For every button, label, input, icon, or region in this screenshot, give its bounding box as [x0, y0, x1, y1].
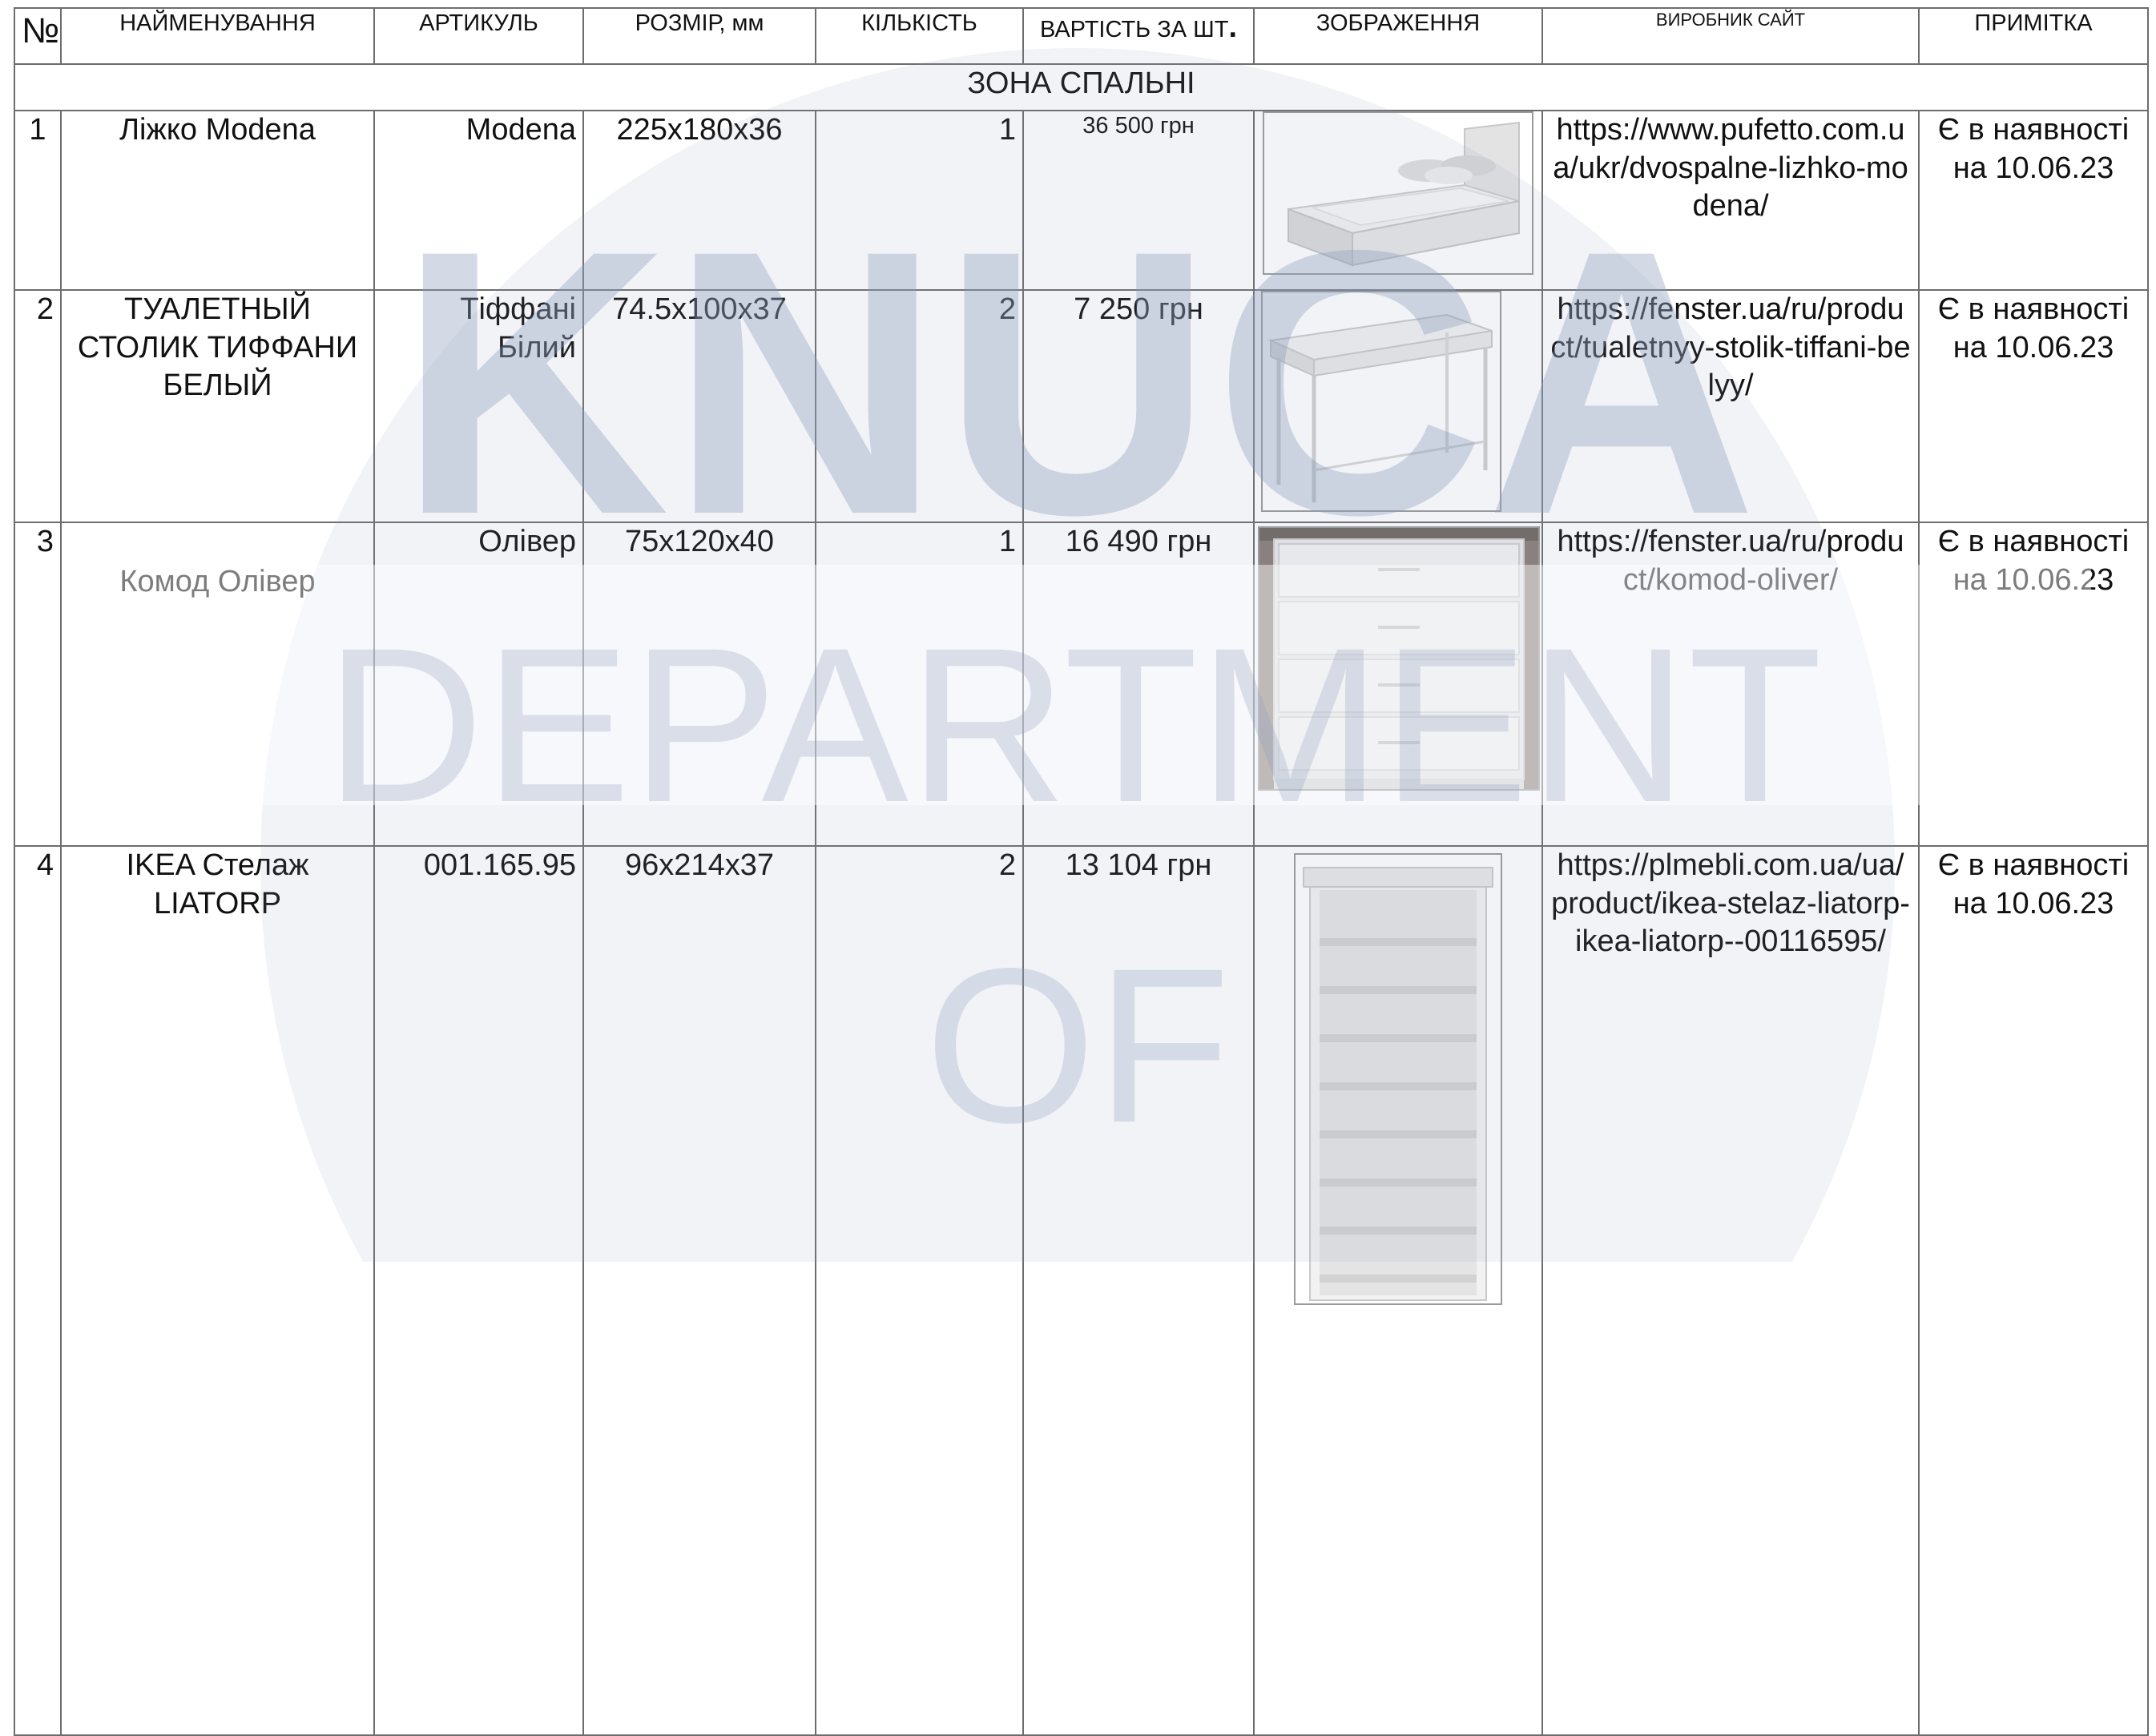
item-name: IKEA Стелаж LIATORP [60, 845, 375, 1736]
item-price: 13 104 грн [1022, 845, 1255, 1736]
header-site: ВИРОБНИК САЙТ [1541, 7, 1920, 65]
item-name: Ліжко Modena [60, 110, 375, 291]
item-note: Є в наявності на 10.06.23 [1918, 845, 2149, 1736]
row-number: 2 [14, 289, 62, 523]
item-quantity: 2 [815, 289, 1024, 523]
furniture-spec-table: № НАЙМЕНУВАННЯ АРТИКУЛЬ РОЗМІР, мм КІЛЬК… [14, 7, 2149, 1736]
item-size: 74.5x100x37 [582, 289, 816, 523]
table-row: 4 IKEA Стелаж LIATORP 001.165.95 96x214x… [14, 845, 2149, 1736]
item-quantity: 1 [815, 110, 1024, 291]
item-note: Є в наявності на 10.06.23 [1918, 289, 2149, 523]
item-quantity: 2 [815, 845, 1024, 1736]
dressing-table-image [1261, 291, 1501, 512]
item-article: Тіффані Білий [373, 289, 584, 523]
item-article: Modena [373, 110, 584, 291]
header-row: № НАЙМЕНУВАННЯ АРТИКУЛЬ РОЗМІР, мм КІЛЬК… [14, 7, 2149, 65]
table-row: 3 Комод Олівер Олівер 75x120x40 1 16 490… [14, 522, 2149, 847]
item-image-cell [1253, 522, 1543, 847]
zone-row: ЗОНА СПАЛЬНІ [14, 63, 2149, 111]
header-image: ЗОБРАЖЕННЯ [1253, 7, 1543, 65]
header-note: ПРИМІТКА [1918, 7, 2149, 65]
item-site: https://plmebli.com.ua/ua/product/ikea-s… [1541, 845, 1920, 1736]
header-price-dot: . [1228, 10, 1238, 44]
item-size: 75x120x40 [582, 522, 816, 847]
item-quantity: 1 [815, 522, 1024, 847]
item-note: Є в наявності на 10.06.23 [1918, 522, 2149, 847]
item-site: https://www.pufetto.com.ua/ukr/dvospalne… [1541, 110, 1920, 291]
bed-image [1263, 111, 1533, 275]
table-row: 1 Ліжко Modena Modena 225x180x36 1 36 50… [14, 110, 2149, 291]
item-image-cell [1253, 845, 1543, 1736]
row-number: 1 [14, 110, 62, 291]
dresser-image [1258, 526, 1540, 791]
header-number: № [14, 7, 62, 65]
header-price-label: ВАРТІСТЬ ЗА ШТ [1039, 17, 1229, 42]
item-name: ТУАЛЕТНЫЙ СТОЛИК ТИФФАНИ БЕЛЫЙ [60, 289, 375, 523]
zone-title: ЗОНА СПАЛЬНІ [14, 63, 2149, 111]
item-size: 225x180x36 [582, 110, 816, 291]
table-row: 2 ТУАЛЕТНЫЙ СТОЛИК ТИФФАНИ БЕЛЫЙ Тіффані… [14, 289, 2149, 523]
item-article: 001.165.95 [373, 845, 584, 1736]
header-quantity: КІЛЬКІСТЬ [815, 7, 1024, 65]
item-price: 16 490 грн [1022, 522, 1255, 847]
item-site: https://fenster.ua/ru/product/tualetnyy-… [1541, 289, 1920, 523]
item-image-cell [1253, 289, 1543, 523]
header-price: ВАРТІСТЬ ЗА ШТ. [1022, 7, 1255, 65]
bookshelf-image [1294, 853, 1502, 1305]
header-article: АРТИКУЛЬ [373, 7, 584, 65]
item-image-cell [1253, 110, 1543, 291]
row-number: 3 [14, 522, 62, 847]
item-price: 7 250 грн [1022, 289, 1255, 523]
row-number: 4 [14, 845, 62, 1736]
item-note: Є в наявності на 10.06.23 [1918, 110, 2149, 291]
item-site: https://fenster.ua/ru/product/komod-oliv… [1541, 522, 1920, 847]
item-article: Олівер [373, 522, 584, 847]
item-name: Комод Олівер [60, 522, 375, 847]
header-size: РОЗМІР, мм [582, 7, 816, 65]
item-size: 96x214x37 [582, 845, 816, 1736]
item-price: 36 500 грн [1022, 110, 1255, 291]
header-name: НАЙМЕНУВАННЯ [60, 7, 375, 65]
